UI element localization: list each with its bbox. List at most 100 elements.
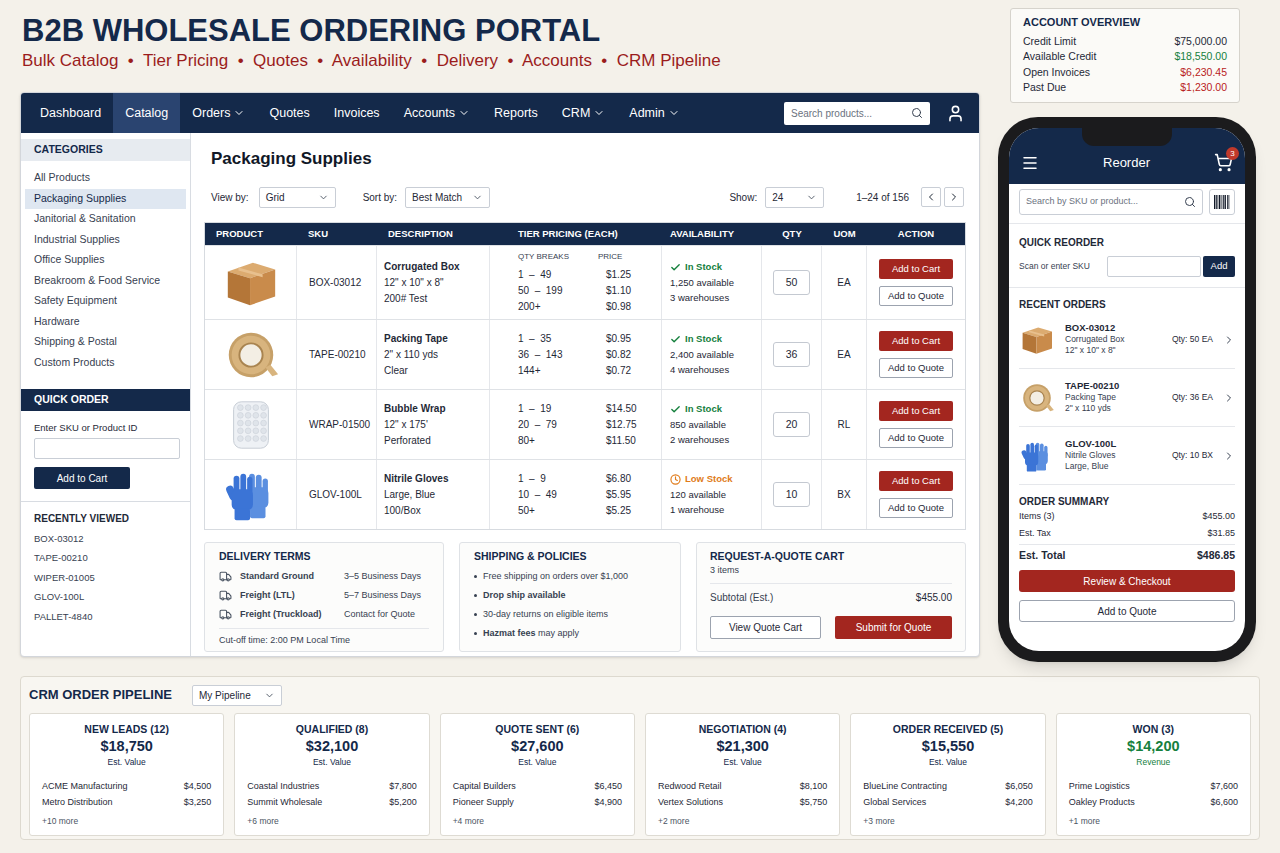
add-to-cart-button[interactable]: Add to Cart [879, 259, 953, 279]
catalog-content: Packaging SuppliesView by:GridSort by:Be… [191, 133, 979, 656]
pipeline-stage-card[interactable]: WON (3)$14,200RevenuePrime Logistics$7,6… [1056, 713, 1251, 836]
portal-subtitle: Bulk Catalog • Tier Pricing • Quotes • A… [22, 50, 980, 72]
prev-page-button[interactable] [921, 187, 941, 207]
tier-price: $0.98 [606, 299, 631, 315]
nav-item[interactable]: CRM [550, 93, 617, 133]
submit-for-quote-button[interactable]: Submit for Quote [835, 616, 952, 639]
stage-more[interactable]: +1 more [1069, 815, 1238, 827]
category-item[interactable]: Breakroom & Food Service [25, 271, 186, 292]
user-icon[interactable] [946, 104, 965, 123]
sku-cell: BOX-03012 [297, 246, 377, 319]
stage-more[interactable]: +3 more [863, 815, 1032, 827]
pipeline-stage-card[interactable]: QUALIFIED (8)$32,100Est. ValueCoastal In… [234, 713, 429, 836]
stage-name: NEGOTIATION (4) [658, 722, 827, 736]
qty-input[interactable]: 36 [773, 342, 810, 367]
subtotal-value: $455.00 [916, 590, 952, 605]
next-page-button[interactable] [944, 187, 964, 207]
stock-status: In Stock [670, 331, 753, 347]
nav-item[interactable]: Admin [617, 93, 691, 133]
category-item[interactable]: Janitorial & Sanitation [25, 209, 186, 230]
category-item[interactable]: Shipping & Postal [25, 332, 186, 353]
recent-order-item[interactable]: GLOV-100LNitrile GlovesLarge, BlueQty: 1… [1019, 427, 1235, 485]
pipeline-stage-card[interactable]: NEW LEADS (12)$18,750Est. ValueACME Manu… [29, 713, 224, 836]
recently-viewed-item[interactable]: BOX-03012 [34, 529, 177, 549]
stage-more[interactable]: +2 more [658, 815, 827, 827]
barcode-button[interactable] [1209, 189, 1235, 215]
cart-button[interactable]: 3 [1214, 153, 1233, 172]
column-header: QTY [762, 223, 822, 245]
pipeline-stage-card[interactable]: ORDER RECEIVED (5)$15,550Est. ValueBlueL… [850, 713, 1045, 836]
view-select[interactable]: Grid [259, 187, 336, 208]
delivery-rows: Standard Ground3–5 Business DaysFreight … [219, 567, 429, 624]
quick-reorder-input[interactable] [1107, 256, 1201, 277]
recently-viewed-item[interactable]: GLOV-100L [34, 588, 177, 608]
category-item[interactable]: Office Supplies [25, 250, 186, 271]
category-item[interactable]: Packaging Supplies [25, 189, 186, 210]
phone-add-to-quote-button[interactable]: Add to Quote [1019, 600, 1235, 622]
add-to-quote-button[interactable]: Add to Quote [879, 428, 953, 448]
nav-item[interactable]: Invoices [322, 93, 392, 133]
qty-cell: 50 [762, 246, 822, 319]
description-line: Bubble Wrap [384, 401, 482, 417]
category-item[interactable]: All Products [25, 168, 186, 189]
warehouse-count: 3 warehouses [670, 290, 753, 306]
price-label: PRICE [598, 251, 622, 263]
pipeline-stage-card[interactable]: NEGOTIATION (4)$21,300Est. ValueRedwood … [645, 713, 840, 836]
recently-viewed-item[interactable]: WIPER-01005 [34, 568, 177, 588]
description-line: 200# Test [384, 291, 482, 307]
stage-more[interactable]: +6 more [247, 815, 416, 827]
nav-item[interactable]: Dashboard [28, 93, 113, 133]
nav-item[interactable]: Quotes [257, 93, 321, 133]
stage-more[interactable]: +4 more [453, 815, 622, 827]
sort-select[interactable]: Best Match [405, 187, 490, 208]
view-select-wrap: Grid [259, 187, 336, 208]
recently-viewed-item[interactable]: PALLET-4840 [34, 607, 177, 627]
quick-reorder-add-button[interactable]: Add [1203, 256, 1235, 277]
deal-row: Oakley Products$6,600 [1069, 795, 1238, 811]
review-checkout-button[interactable]: Review & Checkout [1019, 570, 1235, 592]
add-to-cart-button[interactable]: Add to Cart [879, 401, 953, 421]
delivery-row: Freight (Truckload)Contact for Quote [219, 605, 429, 624]
recent-order-item[interactable]: BOX-03012Corrugated Box12" x 10" x 8"Qty… [1019, 311, 1235, 369]
total-label: Est. Total [1019, 548, 1065, 564]
nav-item[interactable]: Catalog [113, 93, 180, 133]
category-item[interactable]: Hardware [25, 312, 186, 333]
phone-search-field[interactable]: Search by SKU or product... [1019, 189, 1203, 215]
menu-icon[interactable] [1021, 154, 1039, 172]
availability-cell: In Stock850 available2 warehouses [662, 390, 762, 459]
add-to-quote-button[interactable]: Add to Quote [879, 286, 953, 306]
page-range: 1–24 of 156 [856, 190, 909, 205]
add-to-quote-button[interactable]: Add to Quote [879, 358, 953, 378]
show-select[interactable]: 24 [765, 187, 824, 208]
category-item[interactable]: Safety Equipment [25, 291, 186, 312]
sku-input[interactable] [34, 438, 180, 459]
add-to-cart-button[interactable]: Add to Cart [879, 331, 953, 351]
search-field[interactable]: Search products... [784, 102, 930, 125]
nav-item[interactable]: Accounts [392, 93, 482, 133]
clock-icon [670, 474, 681, 485]
category-item[interactable]: Custom Products [25, 353, 186, 374]
recently-viewed-item[interactable]: TAPE-00210 [34, 549, 177, 569]
tier-price: $0.72 [606, 363, 631, 379]
nav-item[interactable]: Reports [482, 93, 550, 133]
pipeline-stage-card[interactable]: QUOTE SENT (6)$27,600Est. ValueCapital B… [440, 713, 635, 836]
qty-input[interactable]: 20 [773, 412, 810, 437]
category-item[interactable]: Industrial Supplies [25, 230, 186, 251]
table-row: TAPE-00210Packing Tape2" x 110 ydsClear1… [205, 319, 965, 389]
description-line: Large, Blue [384, 487, 482, 503]
recent-order-item[interactable]: TAPE-00210Packing Tape2" x 110 ydsQty: 3… [1019, 369, 1235, 427]
add-to-cart-button[interactable]: Add to Cart [34, 467, 130, 489]
add-to-cart-button[interactable]: Add to Cart [879, 471, 953, 491]
pipeline-select[interactable]: My Pipeline [192, 685, 282, 706]
view-quote-cart-button[interactable]: View Quote Cart [710, 616, 821, 639]
add-to-quote-button[interactable]: Add to Quote [879, 498, 953, 518]
sort-label: Sort by: [363, 190, 397, 205]
recent-order-info: BOX-03012Corrugated Box12" x 10" x 8" [1065, 322, 1125, 357]
nav-item[interactable]: Orders [180, 93, 257, 133]
qty-input[interactable]: 50 [773, 270, 810, 295]
tier-price: $0.82 [606, 347, 631, 363]
stage-more[interactable]: +10 more [42, 815, 211, 827]
qty-input[interactable]: 10 [773, 482, 810, 507]
summary-row: Items (3)$455.00 [1019, 508, 1235, 525]
deal-value: $3,250 [184, 796, 212, 810]
